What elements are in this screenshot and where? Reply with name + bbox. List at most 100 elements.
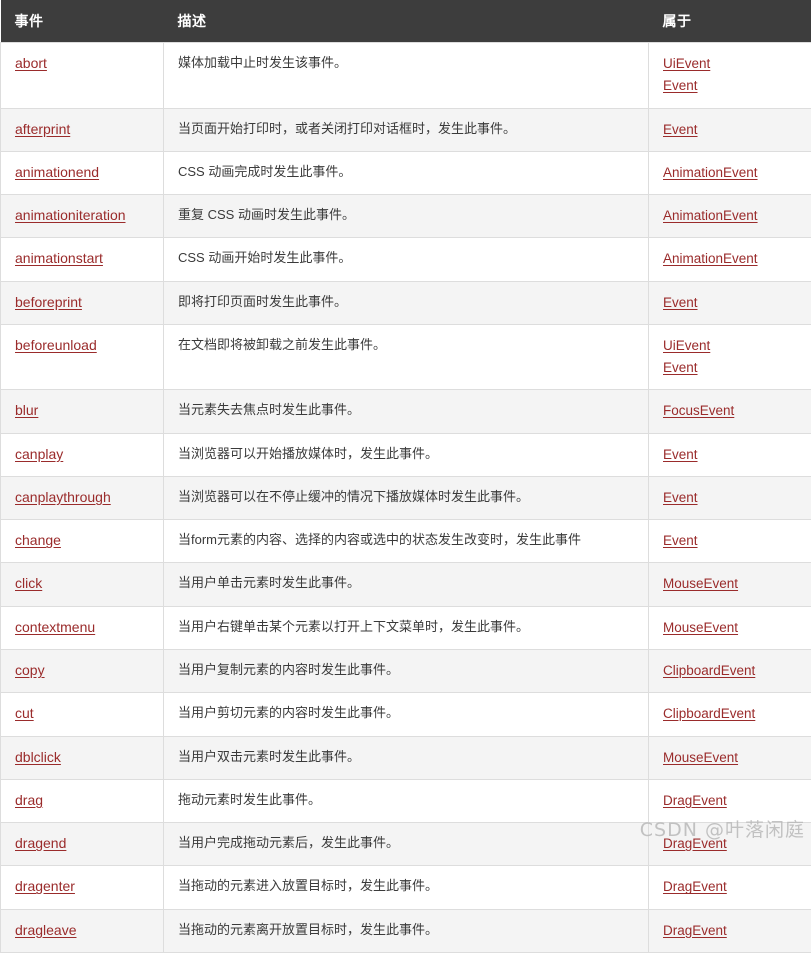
event-belongs-to-cell: MouseEvent: [649, 606, 811, 649]
event-type-link[interactable]: DragEvent: [663, 876, 727, 898]
event-link[interactable]: animationstart: [15, 250, 103, 266]
event-belongs-to-cell: Event: [649, 520, 811, 563]
event-description-text: 拖动元素时发生此事件。: [178, 790, 636, 810]
event-description-text: 即将打印页面时发生此事件。: [178, 292, 636, 312]
event-name-cell: copy: [1, 649, 164, 692]
event-link[interactable]: dragend: [15, 835, 66, 851]
column-header-event: 事件: [1, 0, 164, 43]
event-type-link[interactable]: Event: [663, 119, 698, 141]
event-belongs-to-cell: MouseEvent: [649, 563, 811, 606]
event-type-link[interactable]: AnimationEvent: [663, 248, 758, 270]
event-type-link[interactable]: Event: [663, 357, 698, 379]
event-link[interactable]: dblclick: [15, 749, 61, 765]
event-type-link[interactable]: AnimationEvent: [663, 205, 758, 227]
event-description-cell: 当用户双击元素时发生此事件。: [164, 736, 649, 779]
event-belongs-to-cell: AnimationEvent: [649, 238, 811, 281]
event-name-cell: drag: [1, 779, 164, 822]
event-description-text: 当用户剪切元素的内容时发生此事件。: [178, 703, 636, 723]
event-name-cell: afterprint: [1, 108, 164, 151]
event-type-link[interactable]: FocusEvent: [663, 400, 734, 422]
event-name-cell: cut: [1, 693, 164, 736]
event-link[interactable]: change: [15, 532, 61, 548]
event-link[interactable]: cut: [15, 705, 34, 721]
event-description-cell: 当用户完成拖动元素后，发生此事件。: [164, 823, 649, 866]
event-belongs-to-cell: DragEvent: [649, 866, 811, 909]
event-belongs-to-cell: FocusEvent: [649, 390, 811, 433]
event-type-link[interactable]: Event: [663, 292, 698, 314]
event-type-link[interactable]: DragEvent: [663, 833, 727, 855]
event-belongs-to-cell: DragEvent: [649, 909, 811, 952]
event-description-text: 当浏览器可以在不停止缓冲的情况下播放媒体时发生此事件。: [178, 487, 636, 507]
event-link[interactable]: dragenter: [15, 878, 75, 894]
event-name-cell: animationiteration: [1, 195, 164, 238]
event-link[interactable]: beforeunload: [15, 337, 97, 353]
event-type-link[interactable]: Event: [663, 444, 698, 466]
event-description-text: 当用户复制元素的内容时发生此事件。: [178, 660, 636, 680]
event-type-link[interactable]: DragEvent: [663, 790, 727, 812]
event-link[interactable]: beforeprint: [15, 294, 82, 310]
event-belongs-to-cell: UiEventEvent: [649, 324, 811, 390]
event-belongs-to-cell: Event: [649, 108, 811, 151]
event-type-link[interactable]: DragEvent: [663, 920, 727, 942]
event-type-link[interactable]: Event: [663, 75, 698, 97]
event-link[interactable]: contextmenu: [15, 619, 95, 635]
events-reference-table: 事件 描述 属于 abort媒体加载中止时发生该事件。UiEventEventa…: [0, 0, 811, 953]
event-link[interactable]: animationend: [15, 164, 99, 180]
table-row: click 当用户单击元素时发生此事件。 MouseEvent: [1, 563, 811, 606]
table-row: afterprint 当页面开始打印时，或者关闭打印对话框时，发生此事件。 Even…: [1, 108, 811, 151]
event-name-cell: animationstart: [1, 238, 164, 281]
event-description-text: 当用户单击元素时发生此事件。: [178, 573, 636, 593]
event-type-link[interactable]: UiEvent: [663, 335, 710, 357]
event-belongs-to-cell: Event: [649, 476, 811, 519]
table-header: 事件 描述 属于: [1, 0, 811, 43]
event-name-cell: dragleave: [1, 909, 164, 952]
event-belongs-to-cell: UiEventEvent: [649, 43, 811, 109]
table-row: dblclick 当用户双击元素时发生此事件。 MouseEvent: [1, 736, 811, 779]
event-type-link[interactable]: UiEvent: [663, 53, 710, 75]
event-belongs-to-cell: DragEvent: [649, 823, 811, 866]
table-row: dragleave当拖动的元素离开放置目标时，发生此事件。DragEvent: [1, 909, 811, 952]
event-link[interactable]: copy: [15, 662, 45, 678]
event-type-link[interactable]: MouseEvent: [663, 747, 738, 769]
event-link[interactable]: click: [15, 575, 42, 591]
event-description-text: 重复 CSS 动画时发生此事件。: [178, 205, 636, 225]
event-description-cell: 当浏览器可以在不停止缓冲的情况下播放媒体时发生此事件。: [164, 476, 649, 519]
event-type-link[interactable]: Event: [663, 487, 698, 509]
event-description-cell: CSS 动画完成时发生此事件。: [164, 151, 649, 194]
table-row: beforeprint 即将打印页面时发生此事件。 Event: [1, 281, 811, 324]
event-description-cell: 当form元素的内容、选择的内容或选中的状态发生改变时，发生此事件: [164, 520, 649, 563]
event-link[interactable]: afterprint: [15, 121, 70, 137]
event-type-link[interactable]: AnimationEvent: [663, 162, 758, 184]
event-type-link[interactable]: ClipboardEvent: [663, 703, 755, 725]
event-type-link[interactable]: MouseEvent: [663, 573, 738, 595]
event-belongs-to-cell: DragEvent: [649, 779, 811, 822]
event-description-cell: 当用户复制元素的内容时发生此事件。: [164, 649, 649, 692]
event-description-cell: 当元素失去焦点时发生此事件。: [164, 390, 649, 433]
event-name-cell: change: [1, 520, 164, 563]
event-name-cell: animationend: [1, 151, 164, 194]
event-description-text: 当拖动的元素进入放置目标时，发生此事件。: [178, 876, 636, 896]
table-row: dragend 当用户完成拖动元素后，发生此事件。 DragEvent: [1, 823, 811, 866]
event-link[interactable]: drag: [15, 792, 43, 808]
event-type-link[interactable]: Event: [663, 530, 698, 552]
event-link[interactable]: canplaythrough: [15, 489, 111, 505]
event-link[interactable]: blur: [15, 402, 38, 418]
event-type-link[interactable]: MouseEvent: [663, 617, 738, 639]
event-link[interactable]: dragleave: [15, 922, 77, 938]
event-description-cell: 当浏览器可以开始播放媒体时，发生此事件。: [164, 433, 649, 476]
event-description-text: 当页面开始打印时，或者关闭打印对话框时，发生此事件。: [178, 119, 636, 139]
event-link[interactable]: canplay: [15, 446, 63, 462]
event-link[interactable]: animationiteration: [15, 207, 126, 223]
table-row: animationstart CSS 动画开始时发生此事件。 AnimationEv…: [1, 238, 811, 281]
table-row: drag 拖动元素时发生此事件。 DragEvent: [1, 779, 811, 822]
table-row: canplaythrough 当浏览器可以在不停止缓冲的情况下播放媒体时发生此事件…: [1, 476, 811, 519]
event-type-link[interactable]: ClipboardEvent: [663, 660, 755, 682]
event-link[interactable]: abort: [15, 55, 47, 71]
event-description-text: 当form元素的内容、选择的内容或选中的状态发生改变时，发生此事件: [178, 530, 636, 550]
event-name-cell: blur: [1, 390, 164, 433]
event-description-text: CSS 动画开始时发生此事件。: [178, 248, 636, 268]
table-row: blur 当元素失去焦点时发生此事件。 FocusEvent: [1, 390, 811, 433]
event-description-text: 当浏览器可以开始播放媒体时，发生此事件。: [178, 444, 636, 464]
event-name-cell: beforeunload: [1, 324, 164, 390]
event-belongs-to-cell: ClipboardEvent: [649, 693, 811, 736]
